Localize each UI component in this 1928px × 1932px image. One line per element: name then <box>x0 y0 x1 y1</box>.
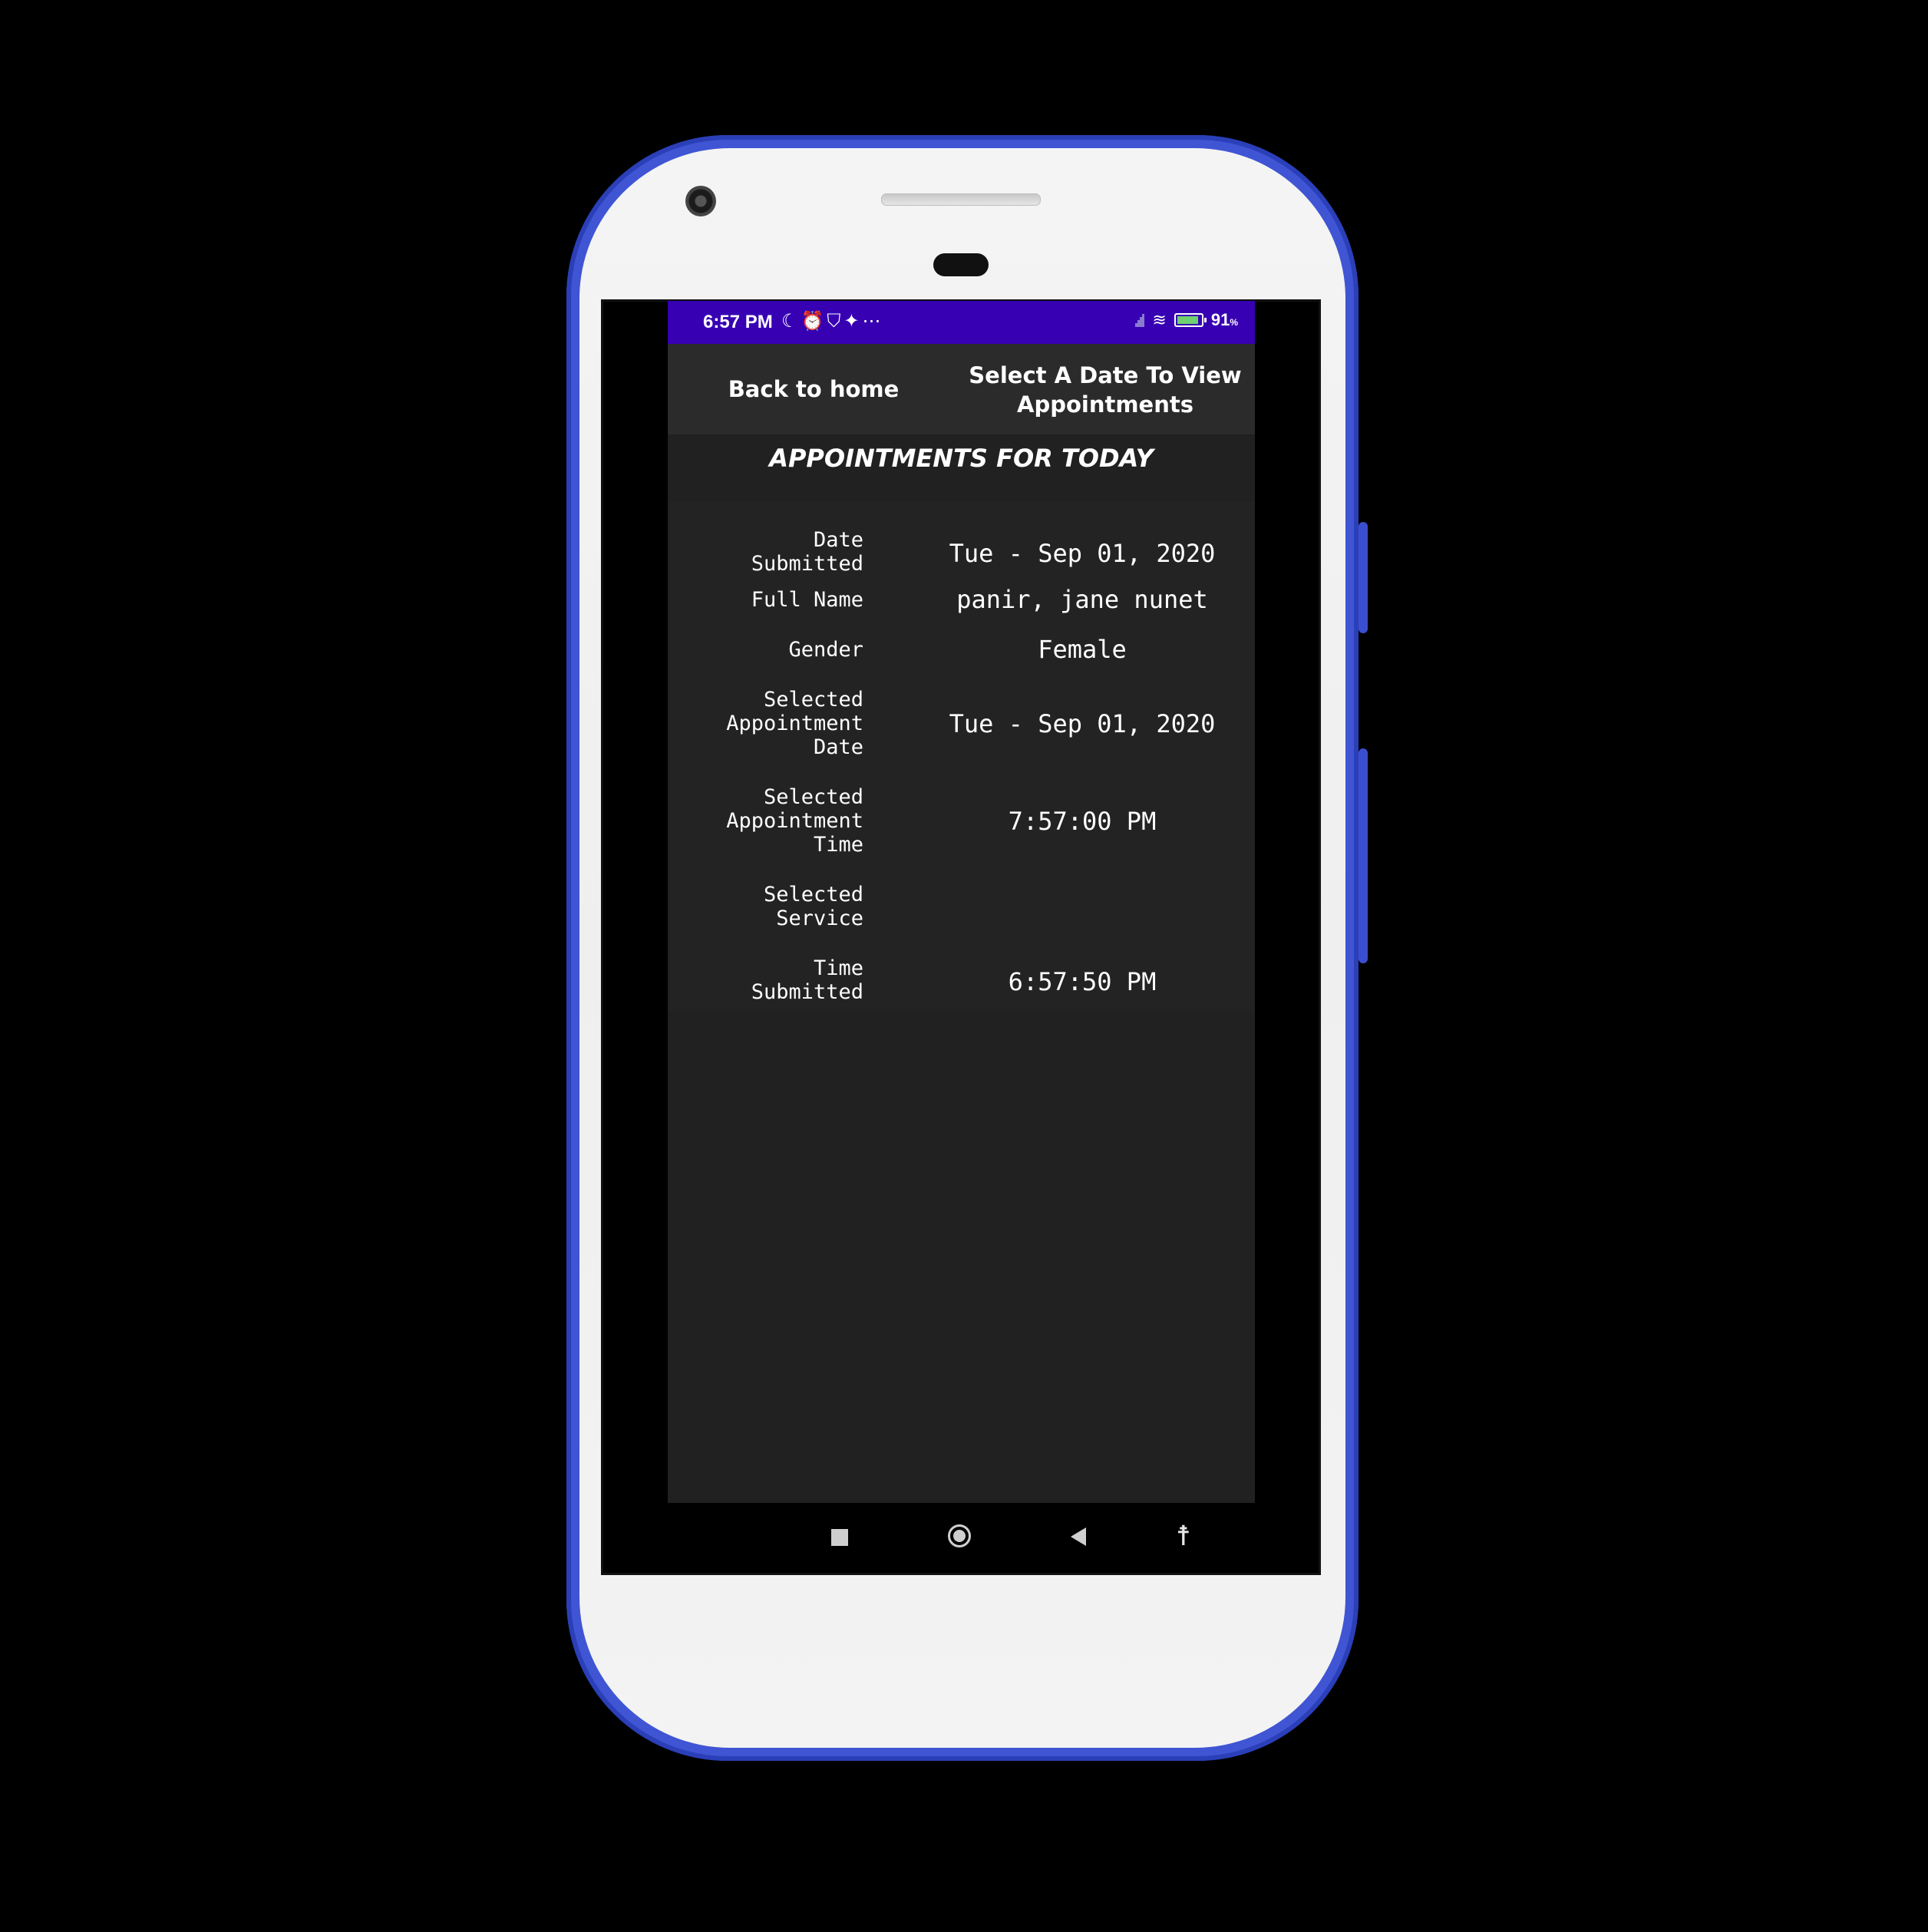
top-toolbar: Back to home Select A Date To View Appoi… <box>668 344 1255 434</box>
detail-value: Tue - Sep 01, 2020 <box>949 539 1216 568</box>
front-camera-icon <box>685 186 716 216</box>
moon-icon: ☾ <box>781 311 801 332</box>
status-time: 6:57 PM <box>703 312 773 332</box>
home-circle-icon[interactable] <box>948 1524 971 1547</box>
detail-label: Full Name <box>751 588 863 612</box>
system-nav-bar: ☨ <box>668 1503 1255 1572</box>
signal-icon <box>1135 312 1145 329</box>
detail-value: 7:57:00 PM <box>1008 807 1157 836</box>
detail-value: Female <box>1038 635 1127 664</box>
alarm-icon: ⏰ <box>801 311 827 332</box>
back-to-home-button[interactable]: Back to home <box>698 375 929 404</box>
accessibility-icon[interactable]: ☨ <box>1176 1523 1191 1551</box>
detail-label: Selected Service <box>763 883 863 930</box>
detail-label: Gender <box>788 638 863 662</box>
status-bar: 6:57 PM ☾⏰⛉✦⋯ ≋ 91% <box>668 301 1255 344</box>
detail-label: Date Submitted <box>751 528 863 576</box>
back-triangle-icon[interactable] <box>1071 1527 1086 1546</box>
detail-label: Time Submitted <box>751 956 863 1004</box>
status-left-icons: ☾⏰⛉✦⋯ <box>781 310 884 332</box>
app-window: 6:57 PM ☾⏰⛉✦⋯ ≋ 91% Back to home Select … <box>668 301 1255 1503</box>
recents-square-icon[interactable] <box>831 1529 848 1546</box>
proximity-sensor <box>933 253 989 276</box>
earpiece-speaker <box>881 193 1041 206</box>
detail-value: 6:57:50 PM <box>1008 967 1157 996</box>
detail-label: Selected Appointment Time <box>726 785 863 857</box>
more-dots-icon: ⋯ <box>862 311 884 332</box>
appointment-details: Date Submitted Tue - Sep 01, 2020 Full N… <box>668 502 1255 1012</box>
twitter-icon: ✦ <box>844 311 863 332</box>
wifi-icon: ≋ <box>1152 310 1167 329</box>
detail-label: Selected Appointment Date <box>726 688 863 759</box>
battery-percentage: 91% <box>1210 310 1238 329</box>
battery-charging-icon <box>1174 313 1207 327</box>
shield-icon: ⛉ <box>827 311 844 332</box>
select-date-button[interactable]: Select A Date To View Appointments <box>967 361 1243 419</box>
volume-button <box>1359 522 1368 633</box>
status-right-icons: ≋ 91% <box>1135 310 1238 330</box>
detail-value: panir, jane nunet <box>956 585 1208 614</box>
power-button <box>1359 748 1368 963</box>
detail-value: Tue - Sep 01, 2020 <box>949 709 1216 738</box>
page-title: APPOINTMENTS FOR TODAY <box>769 444 1154 473</box>
